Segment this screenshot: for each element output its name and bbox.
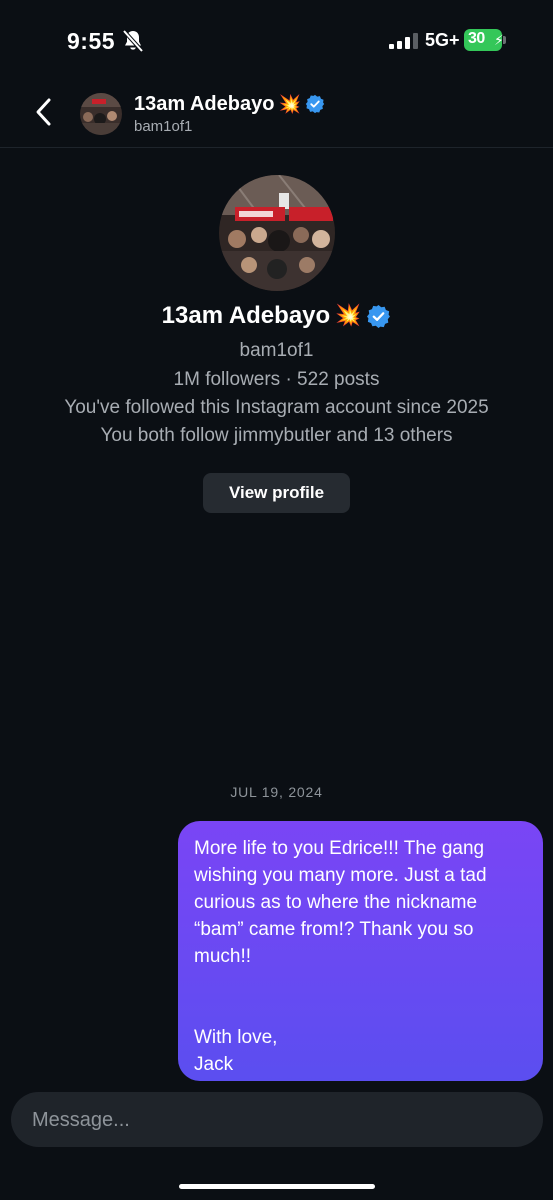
chevron-left-icon[interactable] [28, 94, 62, 130]
profile-avatar[interactable] [219, 175, 335, 291]
profile-name-row: 13am Adebayo 💥 [0, 302, 553, 330]
profile-name: 13am Adebayo [161, 302, 331, 329]
home-indicator[interactable] [179, 1184, 375, 1189]
battery-level: 30 [468, 30, 485, 47]
message-input[interactable]: Message... [11, 1092, 543, 1147]
view-profile-button[interactable]: View profile [203, 473, 350, 513]
date-divider: JUL 19, 2024 [230, 784, 323, 800]
header-name: 13am Adebayo [134, 92, 275, 115]
bell-slash-icon [122, 29, 144, 53]
message-placeholder: Message... [32, 1109, 130, 1131]
verified-badge-icon [305, 94, 325, 114]
header-avatar[interactable] [80, 93, 122, 135]
profile-handle: bam1of1 [239, 340, 314, 361]
signal-icon [389, 33, 418, 49]
chat-header: 13am Adebayo 💥 bam1of1 [0, 80, 553, 148]
mutual-followers-text: You both follow jimmybutler and 13 other… [100, 425, 453, 446]
battery-icon: 30 ⚡ [464, 29, 506, 51]
message-text: More life to you Edrice!!! The gang wish… [194, 838, 487, 1075]
dm-thread-screen: 9:55 5G+ 30 ⚡ 13am Adebayo 💥 bam1of1 13a… [0, 0, 553, 1200]
header-title[interactable]: 13am Adebayo 💥 [134, 91, 325, 117]
sent-message-bubble[interactable]: More life to you Edrice!!! The gang wish… [178, 821, 543, 1081]
profile-stats: 1M followers · 522 posts [173, 369, 380, 390]
verified-badge-icon [367, 304, 391, 328]
collision-emoji: 💥 [335, 304, 362, 327]
status-bar: 9:55 5G+ 30 ⚡ [0, 0, 553, 80]
status-time: 9:55 [67, 28, 116, 54]
network-type: 5G+ [425, 30, 460, 50]
follow-since-text: You've followed this Instagram account s… [64, 397, 489, 418]
header-handle: bam1of1 [134, 118, 193, 135]
collision-emoji: 💥 [278, 93, 301, 114]
